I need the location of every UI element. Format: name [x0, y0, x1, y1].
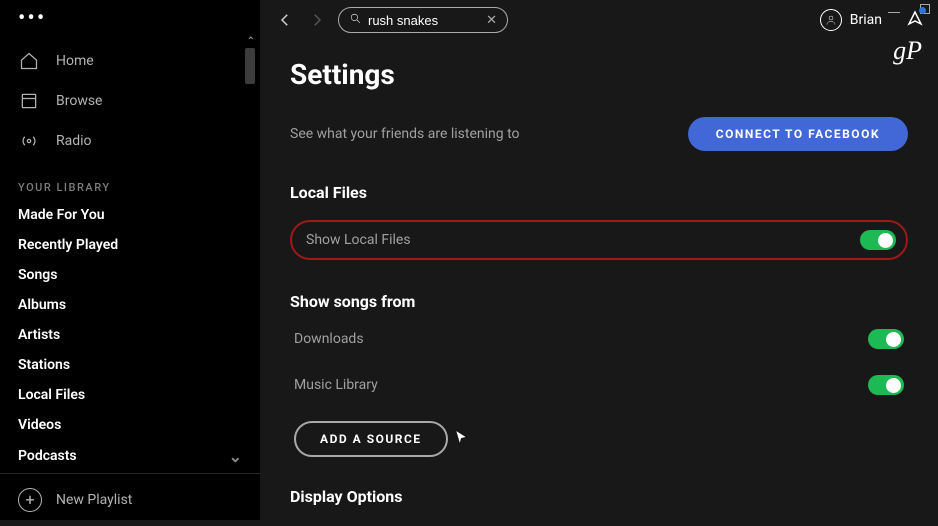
radio-icon	[18, 130, 40, 152]
scroll-up-icon[interactable]: ⌃	[247, 36, 255, 47]
friends-activity-label: See what your friends are listening to	[290, 126, 520, 142]
search-box[interactable]: ✕	[338, 7, 508, 33]
topbar: ✕ Brian	[260, 0, 938, 40]
show-local-files-row: Show Local Files	[290, 220, 908, 260]
sidebar-item-label: Home	[56, 53, 94, 69]
sidebar-item-radio[interactable]: Radio	[0, 121, 260, 161]
sidebar-item-podcasts[interactable]: Podcasts ⌄	[0, 440, 260, 473]
sidebar-item-local-files[interactable]: Local Files	[0, 380, 260, 410]
sidebar-section-header: YOUR LIBRARY	[0, 165, 260, 200]
scrollbar-thumb[interactable]	[245, 48, 255, 84]
show-local-files-toggle[interactable]	[860, 230, 896, 250]
search-icon	[349, 12, 362, 29]
source-toggle-music-library[interactable]	[868, 375, 904, 395]
main-content: gP ✕ Brian	[260, 0, 938, 520]
new-playlist-label: New Playlist	[56, 492, 132, 508]
sidebar-item-made-for-you[interactable]: Made For You	[0, 200, 260, 230]
sidebar-item-browse[interactable]: Browse	[0, 81, 260, 121]
menu-ellipsis-icon[interactable]: •••	[0, 10, 260, 37]
window-minimize-icon[interactable]	[888, 12, 900, 13]
notifications-button[interactable]	[906, 9, 924, 31]
user-menu[interactable]: Brian	[820, 9, 882, 31]
notification-dot-icon	[919, 7, 926, 14]
sidebar-item-albums[interactable]: Albums	[0, 290, 260, 320]
show-local-files-label: Show Local Files	[306, 232, 411, 248]
sidebar-item-artists[interactable]: Artists	[0, 320, 260, 350]
source-row-music-library: Music Library	[290, 375, 908, 395]
add-source-button[interactable]: ADD A SOURCE	[294, 421, 448, 457]
local-files-header: Local Files	[290, 183, 908, 202]
source-toggle-downloads[interactable]	[868, 329, 904, 349]
sidebar-item-home[interactable]: Home	[0, 41, 260, 81]
user-name-label: Brian	[850, 12, 882, 28]
new-playlist-button[interactable]: + New Playlist	[0, 473, 260, 526]
search-input[interactable]	[368, 13, 480, 28]
sidebar-item-videos[interactable]: Videos	[0, 410, 260, 440]
chevron-down-icon: ⌄	[229, 447, 242, 466]
sidebar: ••• ⌃ Home Browse Radio	[0, 0, 260, 520]
browse-icon	[18, 90, 40, 112]
user-avatar-icon	[820, 9, 842, 31]
page-title: Settings	[290, 58, 908, 91]
clear-search-icon[interactable]: ✕	[486, 13, 497, 28]
nav-back-icon[interactable]	[274, 9, 296, 31]
mouse-cursor-icon	[454, 430, 468, 448]
source-label: Downloads	[294, 331, 364, 347]
source-label: Music Library	[294, 377, 378, 393]
display-options-header: Display Options	[290, 487, 908, 506]
connect-facebook-button[interactable]: CONNECT TO FACEBOOK	[688, 117, 908, 151]
sidebar-item-stations[interactable]: Stations	[0, 350, 260, 380]
sidebar-item-label: Browse	[56, 93, 102, 109]
sidebar-item-label: Radio	[56, 133, 92, 149]
sidebar-item-recently-played[interactable]: Recently Played	[0, 230, 260, 260]
sidebar-item-songs[interactable]: Songs	[0, 260, 260, 290]
home-icon	[18, 50, 40, 72]
sidebar-item-label: Podcasts	[18, 448, 77, 464]
gp-logo: gP	[893, 36, 922, 66]
plus-circle-icon: +	[18, 488, 42, 512]
show-songs-from-header: Show songs from	[290, 292, 908, 311]
source-row-downloads: Downloads	[290, 329, 908, 349]
nav-forward-icon[interactable]	[306, 9, 328, 31]
